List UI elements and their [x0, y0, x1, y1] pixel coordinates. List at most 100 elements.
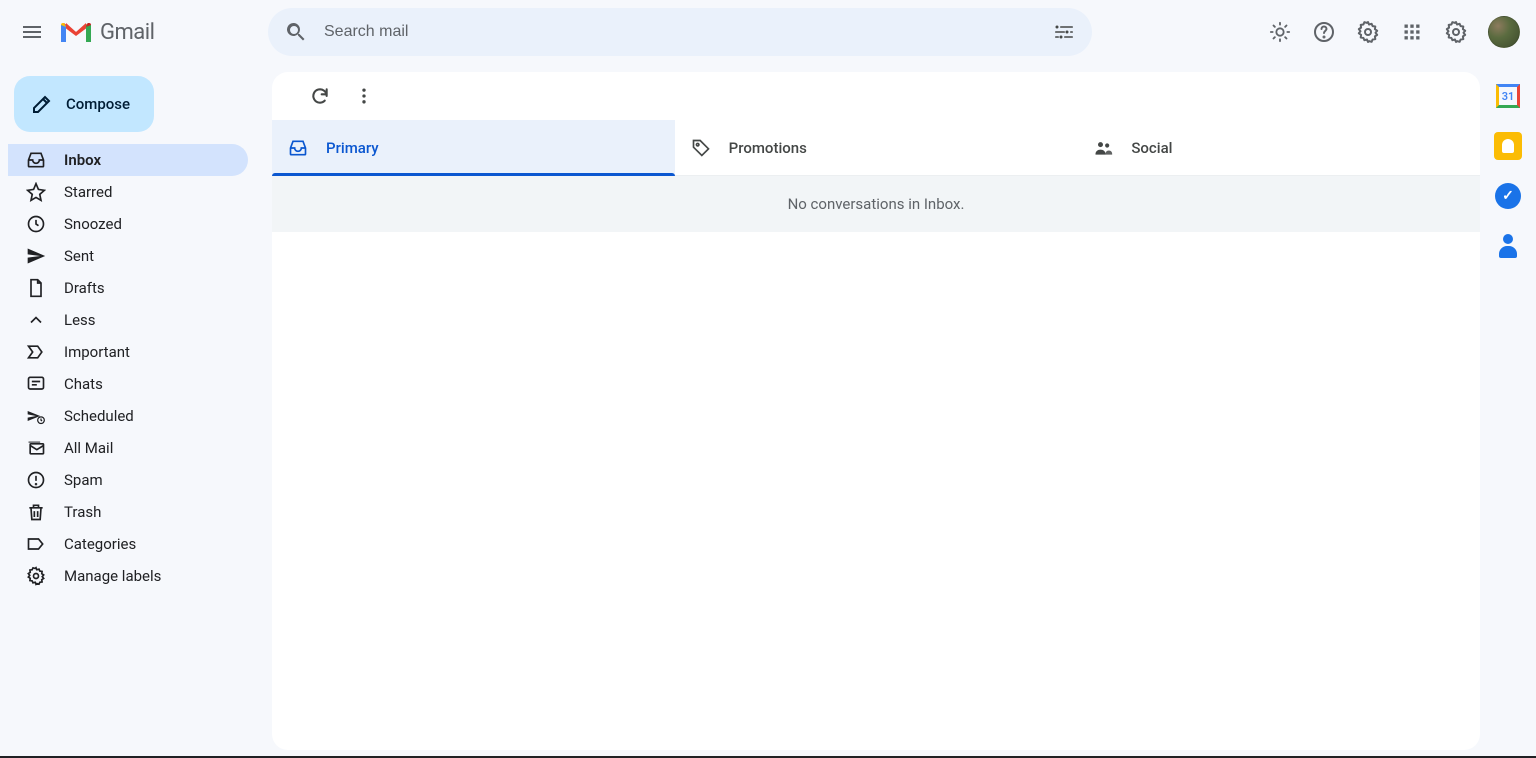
compose-button[interactable]: Compose: [14, 76, 154, 132]
header: Gmail: [0, 0, 1536, 64]
sidebar-item-spam[interactable]: Spam: [8, 464, 248, 496]
refresh-button[interactable]: [300, 76, 340, 116]
sidebar-item-label: All Mail: [64, 439, 236, 457]
sidebar-item-trash[interactable]: Trash: [8, 496, 248, 528]
spam-icon: [26, 470, 46, 490]
sidebar-item-label: Spam: [64, 471, 236, 489]
gmail-logo[interactable]: Gmail: [56, 20, 154, 45]
header-left: Gmail: [8, 8, 268, 56]
search-button[interactable]: [276, 12, 316, 52]
more-vert-icon: [354, 86, 374, 106]
apps-button[interactable]: [1392, 12, 1432, 52]
sidebar-item-categories[interactable]: Categories: [8, 528, 248, 560]
important-icon: [26, 342, 46, 362]
toolbar: [272, 72, 1480, 120]
side-panel: 31: [1480, 72, 1536, 750]
sidebar-item-manage-labels[interactable]: Manage labels: [8, 560, 248, 592]
main-panel: Primary Promotions Social No conversatio…: [272, 72, 1480, 750]
search-icon: [284, 20, 308, 44]
keep-icon: [1494, 132, 1522, 160]
trash-icon: [26, 502, 46, 522]
gmail-logo-text: Gmail: [100, 20, 154, 45]
refresh-icon: [310, 86, 330, 106]
empty-text: No conversations in Inbox.: [788, 195, 965, 213]
label-icon: [26, 534, 46, 554]
send-icon: [26, 246, 46, 266]
side-app-keep[interactable]: [1494, 132, 1522, 160]
file-icon: [26, 278, 46, 298]
gear-icon: [26, 566, 46, 586]
search-options-button[interactable]: [1044, 12, 1084, 52]
inbox-icon: [26, 150, 46, 170]
side-app-contacts[interactable]: [1494, 232, 1522, 260]
people-icon: [1093, 138, 1113, 158]
hamburger-icon: [20, 20, 44, 44]
search-bar: [268, 8, 1092, 56]
sidebar-item-label: Chats: [64, 375, 236, 393]
tab-social[interactable]: Social: [1077, 120, 1480, 175]
compose-label: Compose: [66, 95, 130, 113]
tab-label: Promotions: [729, 139, 807, 157]
sidebar-item-starred[interactable]: Starred: [8, 176, 248, 208]
sidebar: Compose Inbox Starred Snoozed Sent: [0, 64, 256, 758]
sidebar-item-label: Sent: [64, 247, 236, 265]
tab-label: Primary: [326, 139, 379, 157]
tasks-icon: [1495, 183, 1521, 209]
help-icon: [1312, 20, 1336, 44]
sidebar-item-inbox[interactable]: Inbox: [8, 144, 248, 176]
sidebar-item-label: Manage labels: [64, 567, 236, 585]
account-avatar[interactable]: [1488, 16, 1520, 48]
side-app-tasks[interactable]: [1494, 182, 1522, 210]
scheduled-icon: [26, 406, 46, 426]
chat-icon: [26, 374, 46, 394]
body: Compose Inbox Starred Snoozed Sent: [0, 64, 1536, 758]
apps-grid-icon: [1402, 22, 1422, 42]
sidebar-item-scheduled[interactable]: Scheduled: [8, 400, 248, 432]
tab-primary[interactable]: Primary: [272, 120, 675, 175]
tune-icon: [1052, 20, 1076, 44]
sidebar-item-label: Scheduled: [64, 407, 236, 425]
sidebar-item-label: Snoozed: [64, 215, 236, 233]
sidebar-item-all-mail[interactable]: All Mail: [8, 432, 248, 464]
sidebar-item-label: Starred: [64, 183, 236, 201]
gmail-logo-icon: [60, 20, 92, 44]
empty-state: No conversations in Inbox.: [272, 176, 1480, 232]
calendar-icon: 31: [1494, 82, 1522, 110]
inbox-icon: [288, 138, 308, 158]
nav-list: Inbox Starred Snoozed Sent Drafts Less: [8, 144, 256, 592]
sidebar-item-label: Important: [64, 343, 236, 361]
all-mail-icon: [26, 438, 46, 458]
tab-promotions[interactable]: Promotions: [675, 120, 1078, 175]
sidebar-item-important[interactable]: Important: [8, 336, 248, 368]
pencil-icon: [30, 92, 54, 116]
chevron-up-icon: [26, 310, 46, 330]
star-icon: [26, 182, 46, 202]
search-input[interactable]: [316, 23, 1044, 41]
settings-button[interactable]: [1348, 12, 1388, 52]
sidebar-item-chats[interactable]: Chats: [8, 368, 248, 400]
main-outer: Primary Promotions Social No conversatio…: [256, 64, 1536, 758]
more-button[interactable]: [344, 76, 384, 116]
sidebar-item-drafts[interactable]: Drafts: [8, 272, 248, 304]
sidebar-item-label: Inbox: [64, 151, 236, 169]
theme-button[interactable]: [1260, 12, 1300, 52]
support-button[interactable]: [1304, 12, 1344, 52]
sun-icon: [1269, 21, 1291, 43]
sidebar-item-label: Trash: [64, 503, 236, 521]
sidebar-item-snoozed[interactable]: Snoozed: [8, 208, 248, 240]
sidebar-item-label: Drafts: [64, 279, 236, 297]
side-app-calendar[interactable]: 31: [1494, 82, 1522, 110]
contacts-icon: [1496, 234, 1520, 258]
clock-icon: [26, 214, 46, 234]
tag-icon: [691, 138, 711, 158]
sidebar-item-sent[interactable]: Sent: [8, 240, 248, 272]
sidebar-item-label: Categories: [64, 535, 236, 553]
sidebar-item-label: Less: [64, 311, 236, 329]
gear-icon: [1356, 20, 1380, 44]
tab-label: Social: [1131, 139, 1172, 157]
sidebar-item-less[interactable]: Less: [8, 304, 248, 336]
main-menu-button[interactable]: [8, 8, 56, 56]
extension-settings-button[interactable]: [1436, 12, 1476, 52]
header-right: [1092, 12, 1528, 52]
gear-icon: [1444, 20, 1468, 44]
